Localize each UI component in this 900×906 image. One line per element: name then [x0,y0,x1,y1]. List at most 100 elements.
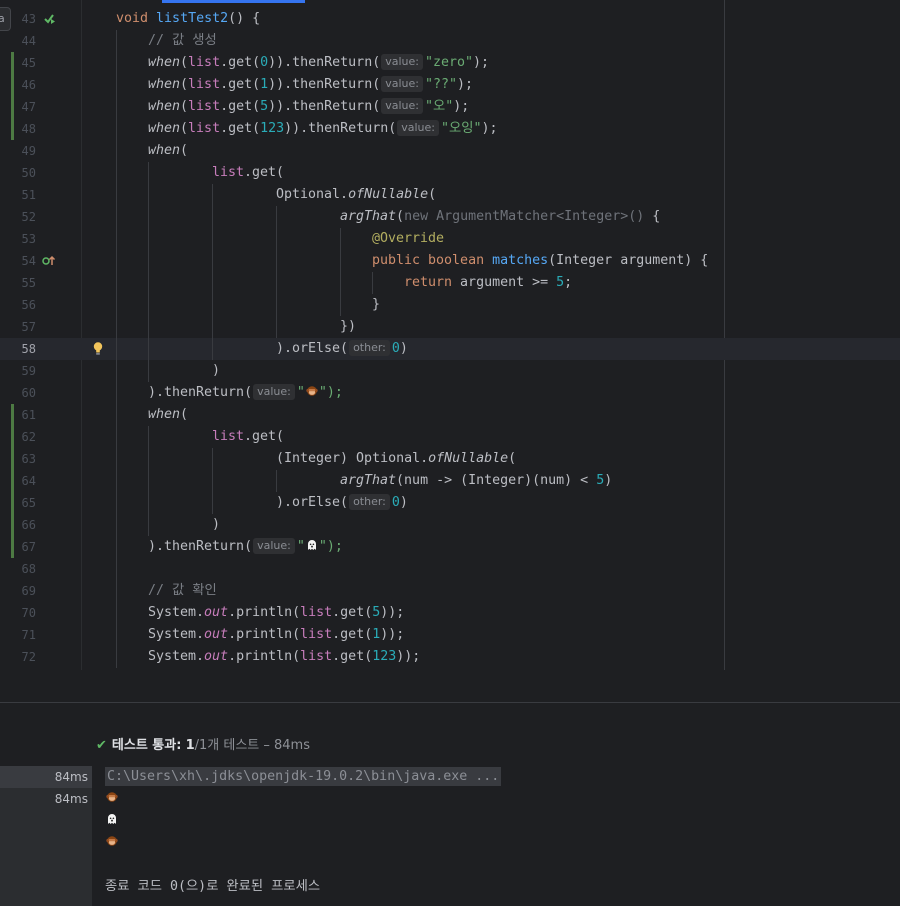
line-number: 59 [21,364,36,378]
indent-guide [116,558,117,580]
param-hint: value: [397,120,439,136]
code-line-48[interactable]: 48 when(list.get(123)).thenReturn(value:… [0,118,900,140]
code-line-50[interactable]: 50 list.get( [0,162,900,184]
code-statement: when( [148,407,189,422]
code-line-58-current[interactable]: 58 ).orElse(other: 0) [0,338,900,360]
code-line-69[interactable]: 69 // 값 확인 [0,580,900,602]
indent-guide [116,272,117,294]
code-editor[interactable]: a 43 void listTest2() { 44 // 값 생성 45 wh… [0,0,900,670]
line-number: 68 [21,562,36,576]
code-line-66[interactable]: 66 ) [0,514,900,536]
test-tree-row[interactable]: 84ms [0,766,92,788]
code-line-67[interactable]: 67 ).thenReturn(value: " "); [0,536,900,558]
indent-guide [116,360,117,382]
indent-guide [116,228,117,250]
override-icon[interactable] [42,255,56,267]
line-number: 62 [21,430,36,444]
code-line-47[interactable]: 47 when(list.get(5)).thenReturn(value: "오… [0,96,900,118]
code-line-54[interactable]: 54 public boolean matches(Integer argume… [0,250,900,272]
code-statement: when(list.get(5)).thenReturn(value: "오"); [148,98,470,114]
line-number: 60 [21,386,36,400]
indent-guide [148,250,149,272]
code-line-68[interactable]: 68 [0,558,900,580]
method-declaration: void listTest2() { [116,11,261,26]
code-line-45[interactable]: 45 when(list.get(0)).thenReturn(value: "z… [0,52,900,74]
indent-guide [148,162,149,184]
code-statement: System.out.println(list.get(5)); [148,605,405,620]
panel-divider [0,702,900,703]
indent-guide [116,514,117,536]
code-line-64[interactable]: 64 argThat(num -> (Integer)(num) < 5) [0,470,900,492]
code-line-59[interactable]: 59 ) [0,360,900,382]
line-number: 43 [21,12,36,26]
code-line-57[interactable]: 57 }) [0,316,900,338]
run-test-icon[interactable] [42,13,56,25]
param-hint: value: [253,384,295,400]
code-line-65[interactable]: 65 ).orElse(other: 0) [0,492,900,514]
indent-guide [212,492,213,514]
test-tree-row[interactable]: 84ms [0,788,92,810]
code-line-49[interactable]: 49 when( [0,140,900,162]
console-exit-message: 종료 코드 0(으)로 완료된 프로세스 [105,879,321,894]
indent-guide [276,294,277,316]
code-line-62[interactable]: 62 list.get( [0,426,900,448]
test-status-label: 테스트 통과: [111,738,182,753]
passed-count: 1 [185,738,195,753]
indent-guide [148,272,149,294]
code-line-61[interactable]: 61 when( [0,404,900,426]
code-line-51[interactable]: 51 Optional.ofNullable( [0,184,900,206]
line-number: 57 [21,320,36,334]
code-line-63[interactable]: 63 (Integer) Optional.ofNullable( [0,448,900,470]
indent-guide [276,206,277,228]
code-line-53[interactable]: 53 @Override [0,228,900,250]
test-duration: 84ms [54,770,88,784]
console-command-line[interactable]: C:\Users\xh\.jdks\openjdk-19.0.2\bin\jav… [105,766,900,788]
code-line-72[interactable]: 72 System.out.println(list.get(123)); [0,646,900,668]
indent-guide [212,294,213,316]
test-results-tree[interactable]: 84ms 84ms [0,766,92,906]
code-statement: when(list.get(123)).thenReturn(value: "오잉… [148,120,498,136]
indent-guide [116,382,117,404]
code-line-56[interactable]: 56 } [0,294,900,316]
code-line-55[interactable]: 55 return argument >= 5; [0,272,900,294]
code-line-70[interactable]: 70 System.out.println(list.get(5)); [0,602,900,624]
console-output[interactable]: C:\Users\xh\.jdks\openjdk-19.0.2\bin\jav… [105,766,900,898]
line-number: 49 [21,144,36,158]
indent-guide [276,316,277,338]
line-number: 55 [21,276,36,290]
indent-guide [116,294,117,316]
code-line-71[interactable]: 71 System.out.println(list.get(1)); [0,624,900,646]
indent-guide [116,404,117,426]
line-number: 67 [21,540,36,554]
indent-guide [116,448,117,470]
line-number: 51 [21,188,36,202]
indent-guide [116,426,117,448]
line-number: 53 [21,232,36,246]
indent-guide [116,470,117,492]
param-hint: value: [381,76,423,92]
java-command[interactable]: C:\Users\xh\.jdks\openjdk-19.0.2\bin\jav… [105,767,502,786]
lightbulb-icon[interactable] [93,341,103,357]
indent-guide [116,184,117,206]
code-line-46[interactable]: 46 when(list.get(1)).thenReturn(value: "?… [0,74,900,96]
indent-guide [148,294,149,316]
indent-guide [372,272,373,294]
code-line-52[interactable]: 52 argThat(new ArgumentMatcher<Integer>(… [0,206,900,228]
indent-guide [276,228,277,250]
indent-guide [276,272,277,294]
code-line-60[interactable]: 60 ).thenReturn(value: " "); [0,382,900,404]
indent-guide [116,316,117,338]
monkey-emoji-icon [106,791,118,803]
test-status-bar: ✔ 테스트 통과: 1/1개 테스트 – 84ms [96,736,310,756]
indent-guide [340,294,341,316]
line-number: 70 [21,606,36,620]
test-duration: 84ms [54,792,88,806]
param-hint: other: [349,340,390,356]
line-number: 65 [21,496,36,510]
indent-guide [116,206,117,228]
line-number: 64 [21,474,36,488]
code-line-43[interactable]: 43 void listTest2() { [0,8,900,30]
line-number: 58 [21,342,36,356]
code-line-44[interactable]: 44 // 값 생성 [0,30,900,52]
